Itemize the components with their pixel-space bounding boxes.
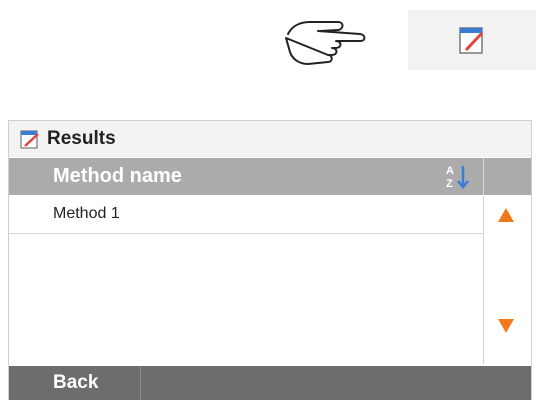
column-header-label: Method name [53, 165, 182, 187]
scroll-down-arrow-icon[interactable] [498, 319, 514, 333]
method-name-column-header[interactable]: Method name A Z [9, 158, 531, 195]
column-divider [483, 158, 484, 195]
results-edit-icon [19, 128, 41, 150]
scroll-up-arrow-icon[interactable] [498, 208, 514, 222]
method-list: Method 1 [9, 196, 483, 364]
list-item[interactable]: Method 1 [9, 196, 483, 234]
page-title: Results [47, 128, 116, 149]
panel-title-bar: Results [9, 121, 531, 157]
list-item-label: Method 1 [53, 205, 120, 222]
back-button[interactable]: Back [9, 366, 141, 400]
results-shortcut-button[interactable] [408, 10, 536, 70]
footer-bar: Back [9, 366, 531, 400]
back-button-label: Back [53, 372, 99, 393]
results-panel: Results Method name A Z Method 1 Back [8, 120, 532, 400]
svg-text:A: A [446, 165, 454, 177]
sort-az-icon[interactable]: A Z [443, 162, 473, 192]
pointing-hand-icon [285, 21, 366, 65]
svg-text:Z: Z [446, 178, 453, 190]
results-edit-icon [459, 27, 484, 54]
scrollbar[interactable] [483, 196, 531, 364]
